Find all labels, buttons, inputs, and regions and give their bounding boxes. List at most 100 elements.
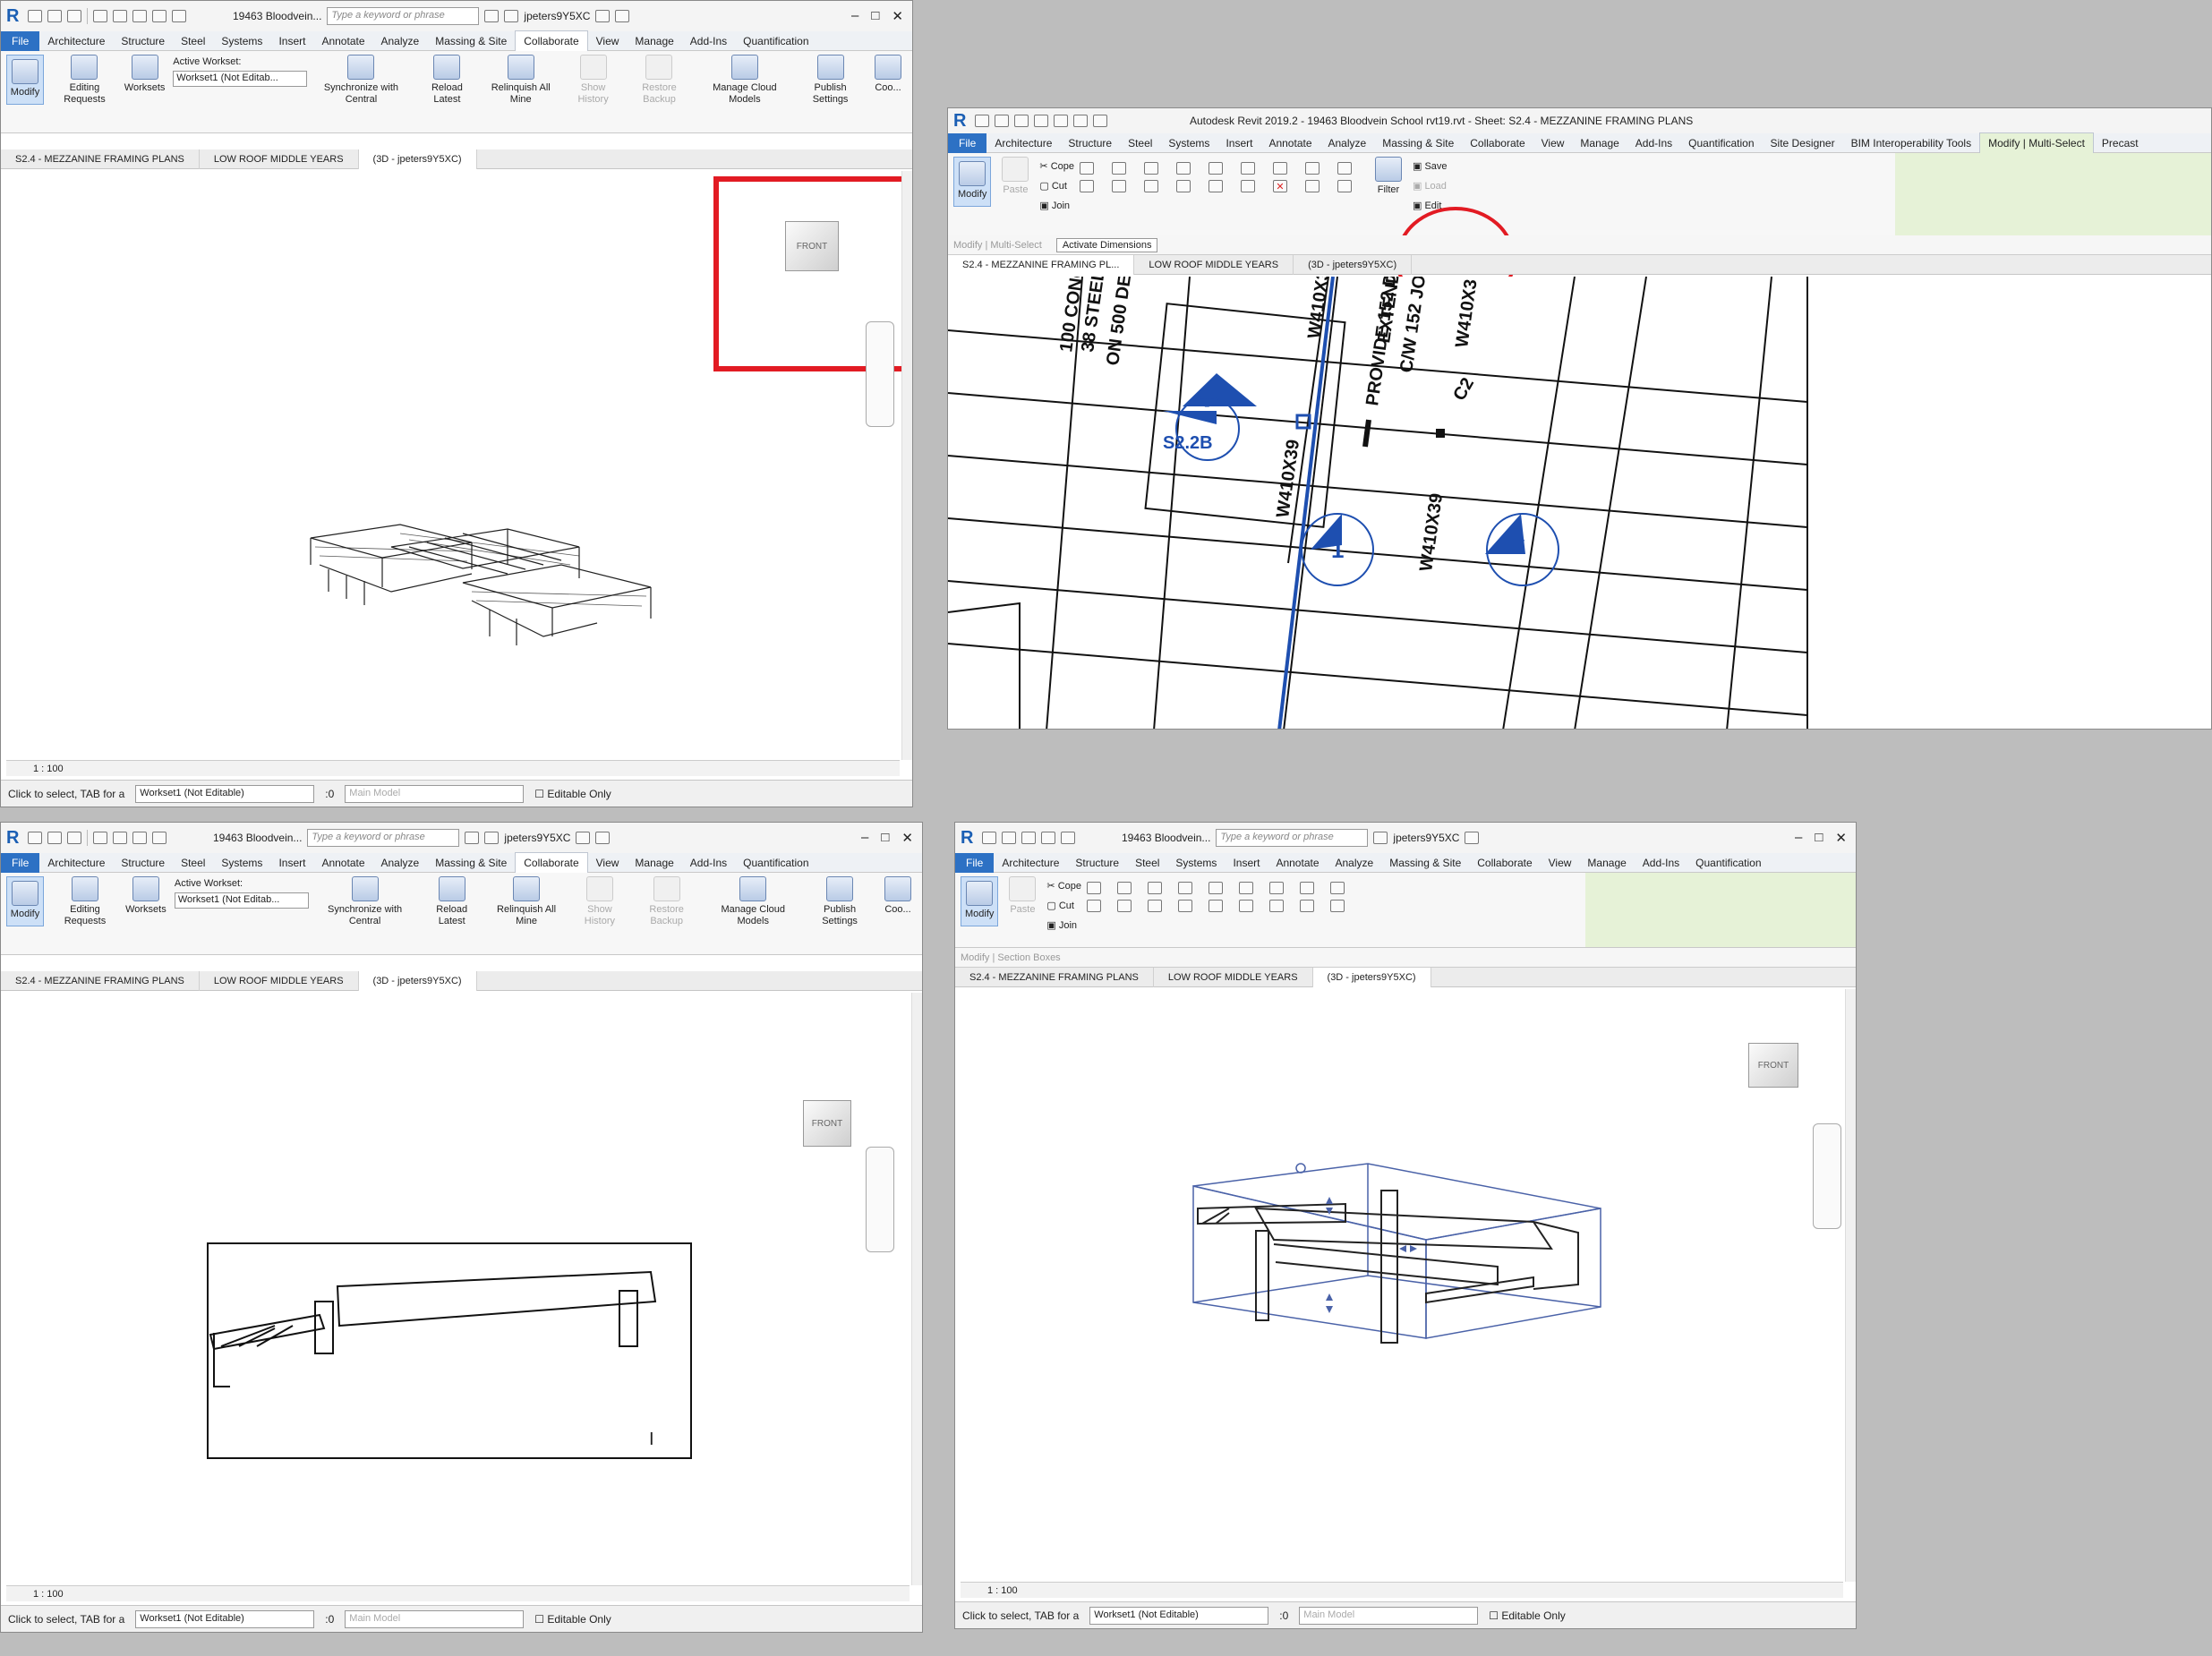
tab-annotate[interactable]: Annotate (313, 853, 372, 873)
create-icon[interactable] (1337, 162, 1352, 175)
tab-addins[interactable]: Add-Ins (1635, 853, 1687, 873)
status-workset-select[interactable]: Workset1 (Not Editable) (135, 1609, 315, 1628)
tab-collaborate[interactable]: Collaborate (1462, 133, 1533, 153)
tab-view[interactable]: View (1533, 133, 1573, 153)
3d-viewport[interactable]: FRONT (6, 171, 912, 760)
tab-bim-interop[interactable]: BIM Interoperability Tools (1843, 133, 1980, 153)
tab-manage[interactable]: Manage (627, 31, 681, 51)
pin-icon[interactable] (1208, 882, 1223, 894)
section-tag[interactable]: S2.2B (1163, 433, 1213, 453)
view-tab-3d[interactable]: (3D - jpeters9Y5XC) (1294, 254, 1413, 275)
help-icon[interactable] (1465, 832, 1480, 844)
activate-dimensions-button[interactable]: Activate Dimensions (1055, 237, 1158, 252)
publish-settings-button[interactable]: Publish Settings (797, 55, 864, 106)
user-name[interactable]: jpeters9Y5XC (524, 10, 590, 22)
restore-backup-button[interactable]: Restore Backup (633, 876, 700, 927)
cart-icon[interactable] (576, 832, 591, 844)
worksets-button[interactable]: Worksets (125, 876, 167, 916)
tab-steel[interactable]: Steel (1127, 853, 1167, 873)
viewcube[interactable]: FRONT (785, 221, 839, 271)
binoculars-icon[interactable] (484, 10, 500, 22)
coordinate-button[interactable]: Coo... (879, 876, 917, 916)
tab-quantification[interactable]: Quantification (1687, 853, 1769, 873)
move-icon[interactable] (1079, 180, 1094, 192)
tab-insert[interactable]: Insert (1217, 133, 1260, 153)
tab-view[interactable]: View (588, 31, 628, 51)
show-history-button[interactable]: Show History (572, 876, 628, 927)
tab-insert[interactable]: Insert (270, 853, 313, 873)
tab-addins[interactable]: Add-Ins (682, 853, 735, 873)
scale-icon[interactable] (1238, 900, 1253, 912)
revit-logo[interactable]: R (6, 6, 22, 27)
text-icon[interactable] (1093, 115, 1107, 127)
split-icon[interactable] (1208, 162, 1223, 175)
rotate-icon[interactable] (1147, 900, 1162, 912)
open-icon[interactable] (28, 832, 42, 844)
manage-cloud-button[interactable]: Manage Cloud Models (705, 876, 800, 927)
synchronize-button[interactable]: Synchronize with Central (310, 55, 414, 106)
editable-only-checkbox[interactable]: ☐ Editable Only (534, 788, 611, 800)
tab-steel[interactable]: Steel (173, 853, 213, 873)
tab-addins[interactable]: Add-Ins (1627, 133, 1680, 153)
user-name[interactable]: jpeters9Y5XC (1393, 832, 1459, 844)
view-tab-3d[interactable]: (3D - jpeters9Y5XC) (1312, 967, 1431, 987)
tab-modify-multiselect[interactable]: Modify | Multi-Select (1979, 132, 2094, 153)
status-model-select[interactable]: Main Model (345, 784, 525, 803)
status-model-select[interactable]: Main Model (345, 1609, 525, 1628)
search-input[interactable]: Type a keyword or phrase (327, 7, 480, 25)
status-model-select[interactable]: Main Model (1299, 1606, 1479, 1625)
navigation-bar[interactable] (1813, 1123, 1841, 1229)
scale-label[interactable]: 1 : 100 (33, 1589, 64, 1600)
dimension-icon[interactable] (1304, 162, 1320, 175)
vertical-scrollbar[interactable] (911, 993, 922, 1585)
tab-collaborate[interactable]: Collaborate (515, 30, 588, 51)
filter-button[interactable]: Filter (1370, 157, 1407, 196)
tab-architecture[interactable]: Architecture (994, 853, 1067, 873)
align-icon[interactable] (1086, 882, 1101, 894)
cope-button[interactable]: ✂ Cope (1039, 157, 1074, 176)
cope-button[interactable]: ✂ Cope (1046, 876, 1081, 896)
restore-backup-button[interactable]: Restore Backup (626, 55, 692, 106)
tab-structure[interactable]: Structure (1067, 853, 1127, 873)
measure-icon[interactable] (1073, 115, 1088, 127)
close-icon[interactable]: ✕ (1835, 830, 1847, 846)
redo-icon[interactable] (1041, 832, 1055, 844)
tab-file[interactable]: File (948, 132, 987, 153)
active-workset-select[interactable]: Workset1 (Not Editab... (173, 71, 308, 87)
create-icon[interactable] (1299, 882, 1314, 894)
text-icon[interactable] (172, 10, 186, 22)
mirror-draw-icon[interactable] (1175, 162, 1191, 175)
tab-analyze[interactable]: Analyze (373, 853, 428, 873)
tab-analyze[interactable]: Analyze (373, 31, 428, 51)
viewcube[interactable]: FRONT (803, 1100, 851, 1147)
print-icon[interactable] (1061, 832, 1075, 844)
trim-icon[interactable] (1177, 900, 1192, 912)
tab-quantification[interactable]: Quantification (735, 31, 816, 51)
save-icon[interactable] (1002, 832, 1016, 844)
tab-manage[interactable]: Manage (1579, 853, 1634, 873)
relinquish-button[interactable]: Relinquish All Mine (482, 55, 560, 106)
rotate-icon[interactable] (1143, 180, 1158, 192)
tab-architecture[interactable]: Architecture (986, 133, 1060, 153)
print-icon[interactable] (132, 832, 147, 844)
tab-systems[interactable]: Systems (1160, 133, 1217, 153)
close-icon[interactable]: ✕ (892, 8, 903, 24)
view-tab-mezzanine[interactable]: S2.4 - MEZZANINE FRAMING PLANS (1, 149, 200, 169)
modify-button[interactable]: Modify (6, 876, 44, 926)
tab-architecture[interactable]: Architecture (39, 853, 113, 873)
align-icon[interactable] (1079, 162, 1094, 175)
view-icon[interactable] (1329, 882, 1345, 894)
show-history-button[interactable]: Show History (566, 55, 621, 106)
undo-icon[interactable] (1021, 832, 1036, 844)
save-icon[interactable] (995, 115, 1009, 127)
view-tab-low-roof[interactable]: LOW ROOF MIDDLE YEARS (200, 970, 359, 991)
tab-collaborate[interactable]: Collaborate (1469, 853, 1540, 873)
offset-icon[interactable] (1111, 162, 1126, 175)
redo-icon[interactable] (113, 832, 127, 844)
manage-cloud-button[interactable]: Manage Cloud Models (698, 55, 791, 106)
paint-icon[interactable] (1304, 180, 1320, 192)
navigation-bar[interactable] (866, 321, 894, 427)
binoculars-icon[interactable] (1373, 832, 1388, 844)
view-tab-low-roof[interactable]: LOW ROOF MIDDLE YEARS (1154, 967, 1313, 987)
active-workset-select[interactable]: Workset1 (Not Editab... (174, 892, 309, 909)
